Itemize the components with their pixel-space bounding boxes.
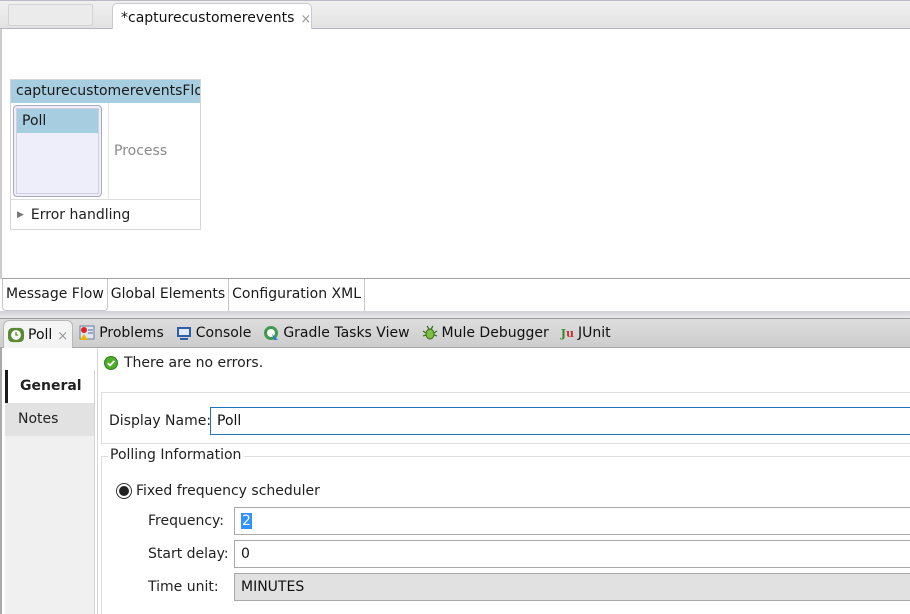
tab-configuration-xml[interactable]: Configuration XML [229,279,366,311]
gradle-icon [263,325,279,341]
view-tab-gradle[interactable]: Gradle Tasks View [257,319,415,347]
junit-icon: Ju [560,326,574,340]
start-delay-input[interactable]: 0 [234,540,910,568]
start-delay-value: 0 [241,546,250,562]
inactive-tab-area [8,4,93,26]
editor-page-tabs: Message Flow Global Elements Configurati… [2,278,910,311]
flow-container[interactable]: capturecustomereventsFlow Poll Process ▶… [10,79,201,230]
error-handling-section[interactable]: ▶ Error handling [11,200,200,229]
start-delay-label: Start delay: [148,546,229,562]
time-unit-label: Time unit: [148,579,219,595]
radio-button-icon[interactable] [116,483,132,499]
display-name-label: Display Name: [109,413,212,429]
display-name-group: Display Name: [101,392,910,444]
view-tab-mule-debugger[interactable]: Mule Debugger [416,319,555,347]
frequency-label: Frequency: [148,513,225,529]
time-unit-select[interactable]: MINUTES [234,573,910,601]
poll-element[interactable]: Poll [17,109,98,133]
fixed-frequency-radio[interactable]: Fixed frequency scheduler [116,483,320,499]
time-unit-value: MINUTES [241,579,305,595]
divider [97,348,98,614]
view-tab-label: Poll [28,326,53,343]
display-name-input[interactable] [210,407,910,435]
view-tab-label: Gradle Tasks View [283,325,410,341]
view-tab-label: JUnit [577,325,611,341]
view-tab-label: Console [195,325,252,341]
views-tab-bar: Poll × Problems Console Gradle Tasks Vie… [0,318,910,348]
view-tab-junit[interactable]: Ju JUnit [555,319,617,347]
properties-sidebar: General Notes [5,370,95,614]
source-inner: Poll [16,108,99,194]
source-section: Poll [13,105,102,197]
polling-information-group: Polling Information Fixed frequency sche… [101,447,910,614]
process-area[interactable]: Process [108,103,201,199]
view-tab-label: Problems [99,325,164,341]
view-tab-console[interactable]: Console [170,319,258,347]
tab-global-elements[interactable]: Global Elements [107,279,230,311]
close-icon[interactable]: × [300,12,311,27]
expand-triangle-icon[interactable]: ▶ [17,210,24,220]
console-icon [176,325,192,341]
validation-status: There are no errors. [104,355,263,371]
sidebar-item-general[interactable]: General [5,370,94,403]
flow-header[interactable]: capturecustomereventsFlow [11,80,200,103]
clock-icon [8,327,24,343]
check-circle-icon [104,356,118,370]
view-tab-label: Mule Debugger [441,325,549,341]
radio-label: Fixed frequency scheduler [136,483,320,499]
frequency-input[interactable]: 2 [234,507,910,535]
view-tab-poll[interactable]: Poll × [3,320,74,348]
editor-tab-capturecustomerevents[interactable]: *capturecustomerevents × [112,3,312,31]
problems-icon [79,325,95,341]
sidebar-item-notes[interactable]: Notes [5,403,94,436]
bug-icon [422,325,438,341]
frequency-value: 2 [241,513,252,529]
properties-panel: General Notes There are no errors. Displ… [0,348,910,614]
flow-body: Poll Process [11,103,200,200]
editor-tab-label: *capturecustomerevents [121,9,295,26]
polling-group-title: Polling Information [108,447,245,463]
editor-tab-bar: *capturecustomerevents × [0,0,910,31]
process-placeholder: Process [114,143,168,159]
error-handling-label: Error handling [30,206,131,223]
close-icon[interactable]: × [57,329,68,344]
status-text: There are no errors. [124,355,264,371]
tab-message-flow[interactable]: Message Flow [2,279,108,311]
view-tab-problems[interactable]: Problems [73,319,170,347]
